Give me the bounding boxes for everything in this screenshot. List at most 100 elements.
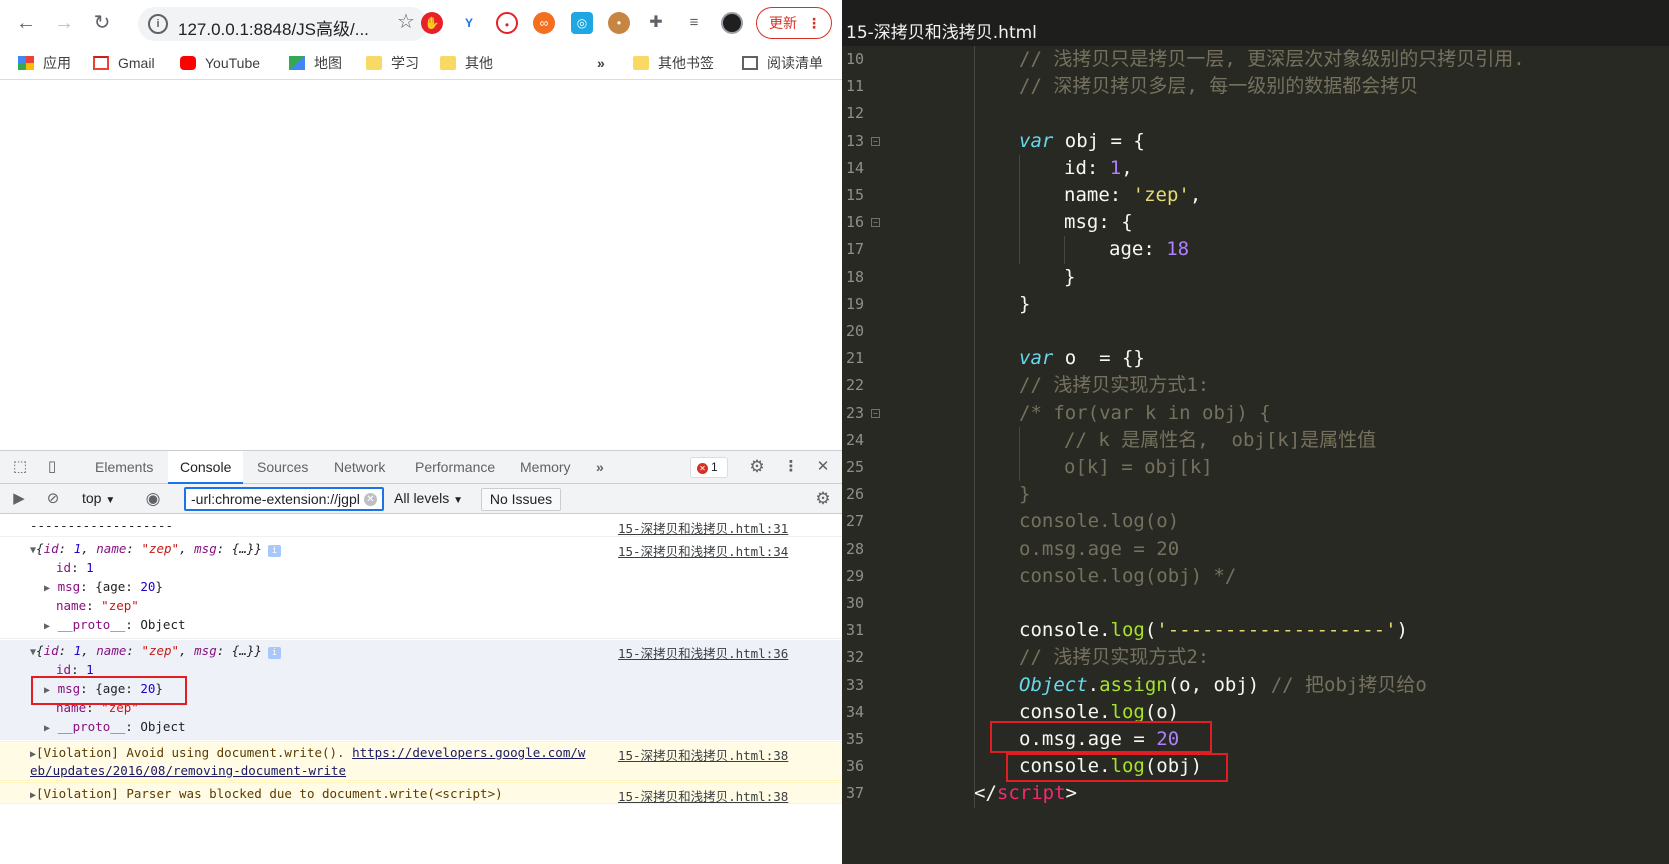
issues-button[interactable]: No Issues	[481, 488, 561, 511]
error-count-badge[interactable]: ✕ 1	[690, 457, 728, 478]
code-line[interactable]: 36 console.log(obj)	[842, 753, 1669, 780]
menu-kebab-icon[interactable]: ⋮	[807, 8, 821, 38]
docs-link[interactable]: https://developers.google.com/w	[352, 745, 585, 760]
live-expression-eye-icon[interactable]: ◉	[144, 490, 162, 508]
code-line[interactable]: 32 // 浅拷贝实现方式2:	[842, 644, 1669, 671]
media-queue-icon[interactable]: ≡	[683, 12, 705, 34]
inspect-element-icon[interactable]: ⬚	[11, 458, 29, 476]
reload-icon[interactable]: ↻	[88, 9, 116, 37]
code-line[interactable]: 33 Object.assign(o, obj) // 把obj拷贝给o	[842, 672, 1669, 699]
code-line[interactable]: 22 // 浅拷贝实现方式1:	[842, 372, 1669, 399]
sidebar-toggle-icon[interactable]: ▶	[10, 490, 28, 508]
code-line[interactable]: 17 age: 18	[842, 236, 1669, 263]
file-tab[interactable]: 15-深拷贝和浅拷贝.html	[842, 10, 1669, 46]
code-line[interactable]: 30	[842, 590, 1669, 617]
bookmark-maps[interactable]: 地图	[289, 52, 342, 74]
code-line[interactable]: 15 name: 'zep',	[842, 182, 1669, 209]
collapsed-arrow-icon[interactable]: ▶	[44, 583, 50, 594]
address-bar[interactable]: i 127.0.0.1:8848/JS高级/...	[138, 7, 428, 41]
extension-hex-icon[interactable]: ◎	[571, 12, 593, 34]
code-line[interactable]: 34 console.log(o)	[842, 699, 1669, 726]
site-info-icon[interactable]: i	[148, 14, 168, 34]
tab-memory[interactable]: Memory	[520, 451, 571, 484]
code-line[interactable]: 16− msg: {	[842, 209, 1669, 236]
prop-msg[interactable]: ▶ msg: {age: 20}	[44, 579, 163, 594]
clear-console-icon[interactable]: ⊘	[44, 490, 62, 508]
bookmark-gmail[interactable]: Gmail	[93, 52, 155, 74]
code-line[interactable]: 29 console.log(obj) */	[842, 563, 1669, 590]
tab-network[interactable]: Network	[334, 451, 385, 484]
code-line[interactable]: 31 console.log('-------------------')	[842, 617, 1669, 644]
back-icon[interactable]: ←	[12, 9, 40, 37]
code-line[interactable]: 35 o.msg.age = 20	[842, 726, 1669, 753]
docs-link[interactable]: eb/updates/2016/08/removing-document-wri…	[30, 763, 346, 778]
source-link[interactable]: 15-深拷贝和浅拷贝.html:38	[618, 745, 788, 764]
bookmark-folder-other[interactable]: 其他	[440, 52, 493, 74]
info-icon[interactable]: i	[267, 545, 281, 557]
tab-performance[interactable]: Performance	[415, 451, 495, 484]
fold-toggle-icon[interactable]: −	[871, 136, 880, 146]
code-line[interactable]: 14 id: 1,	[842, 155, 1669, 182]
code-line[interactable]: 23− /* for(var k in obj) {	[842, 400, 1669, 427]
more-tabs-chevron[interactable]: »	[596, 451, 604, 484]
cookie-extension-icon[interactable]: •	[608, 12, 630, 34]
collapsed-arrow-icon[interactable]: ▶	[44, 621, 50, 632]
context-select[interactable]: top ▼	[82, 490, 115, 506]
prop-proto[interactable]: ▶ __proto__: Object	[44, 719, 186, 734]
object-preview[interactable]: ▼{id: 1, name: "zep", msg: {…}} i	[30, 541, 281, 557]
code-line[interactable]: 10 // 浅拷贝只是拷贝一层, 更深层次对象级别的只拷贝引用.	[842, 46, 1669, 73]
code-line[interactable]: 28 o.msg.age = 20	[842, 536, 1669, 563]
extensions-puzzle-icon[interactable]: ✚	[645, 12, 667, 34]
tab-elements[interactable]: Elements	[95, 451, 153, 484]
code-line[interactable]: 13− var obj = {	[842, 128, 1669, 155]
other-bookmarks[interactable]: 其他书签	[633, 52, 714, 74]
reading-list[interactable]: 阅读清单	[742, 52, 823, 74]
source-link[interactable]: 15-深拷贝和浅拷贝.html:36	[618, 643, 788, 662]
url-text[interactable]: 127.0.0.1:8848/JS高级/...	[178, 15, 369, 40]
device-toolbar-icon[interactable]: ▯	[43, 458, 61, 476]
prop-proto[interactable]: ▶ __proto__: Object	[44, 617, 186, 632]
extension-infinity-icon[interactable]: ∞	[533, 12, 555, 34]
clear-filter-icon[interactable]: ✕	[364, 493, 377, 506]
code-line[interactable]: 12	[842, 100, 1669, 127]
forward-icon[interactable]: →	[50, 9, 78, 37]
bookmark-folder-study[interactable]: 学习	[366, 52, 419, 74]
code-line[interactable]: 18}	[842, 264, 1669, 291]
update-button[interactable]: 更新 ⋮	[756, 7, 832, 39]
code-line[interactable]: 11 // 深拷贝拷贝多层, 每一级别的数据都会拷贝	[842, 73, 1669, 100]
object-preview[interactable]: ▼{id: 1, name: "zep", msg: {…}} i	[30, 643, 281, 659]
extension-record-icon[interactable]: •	[496, 12, 518, 34]
devtools-menu-icon[interactable]: ⋮	[782, 458, 800, 476]
bookmark-apps[interactable]: 应用	[18, 52, 71, 74]
log-levels-select[interactable]: All levels ▼	[394, 490, 463, 506]
code-line[interactable]: 37 </script>	[842, 780, 1669, 807]
fold-toggle-icon[interactable]: −	[871, 408, 880, 418]
settings-gear-icon[interactable]: ⚙	[748, 458, 766, 476]
source-link[interactable]: 15-深拷贝和浅拷贝.html:31	[618, 518, 788, 537]
bookmark-youtube[interactable]: YouTube	[180, 52, 260, 74]
extension-y-icon[interactable]: Y	[458, 12, 480, 34]
tab-sources[interactable]: Sources	[257, 451, 308, 484]
code-line[interactable]: 21 var o = {}	[842, 345, 1669, 372]
close-devtools-icon[interactable]: ✕	[814, 458, 832, 476]
source-link[interactable]: 15-深拷贝和浅拷贝.html:34	[618, 541, 788, 560]
code-line[interactable]: 27 console.log(o)	[842, 508, 1669, 535]
code-token: console.log(o)	[1019, 510, 1180, 533]
bookmark-star-icon[interactable]: ☆	[397, 9, 415, 34]
tab-console[interactable]: Console	[168, 451, 244, 484]
more-bookmarks-chevron[interactable]: »	[597, 52, 605, 74]
code-line[interactable]: 20	[842, 318, 1669, 345]
console-filter-input[interactable]: -url:chrome-extension://jgpl	[184, 487, 384, 511]
code-line[interactable]: 26}	[842, 481, 1669, 508]
adblock-extension-icon[interactable]: ✋	[421, 12, 443, 34]
info-icon[interactable]: i	[267, 647, 281, 659]
code-line[interactable]: 24 // k 是属性名, obj[k]是属性值	[842, 427, 1669, 454]
code-line[interactable]: 25 o[k] = obj[k]	[842, 454, 1669, 481]
console-settings-gear-icon[interactable]: ⚙	[814, 490, 832, 508]
source-link[interactable]: 15-深拷贝和浅拷贝.html:38	[618, 786, 788, 805]
collapsed-arrow-icon[interactable]: ▶	[44, 723, 50, 734]
profile-avatar[interactable]	[721, 12, 743, 34]
code-line[interactable]: 19}	[842, 291, 1669, 318]
file-tab-name[interactable]: 15-深拷贝和浅拷贝.html	[846, 18, 1037, 43]
fold-toggle-icon[interactable]: −	[871, 218, 880, 228]
